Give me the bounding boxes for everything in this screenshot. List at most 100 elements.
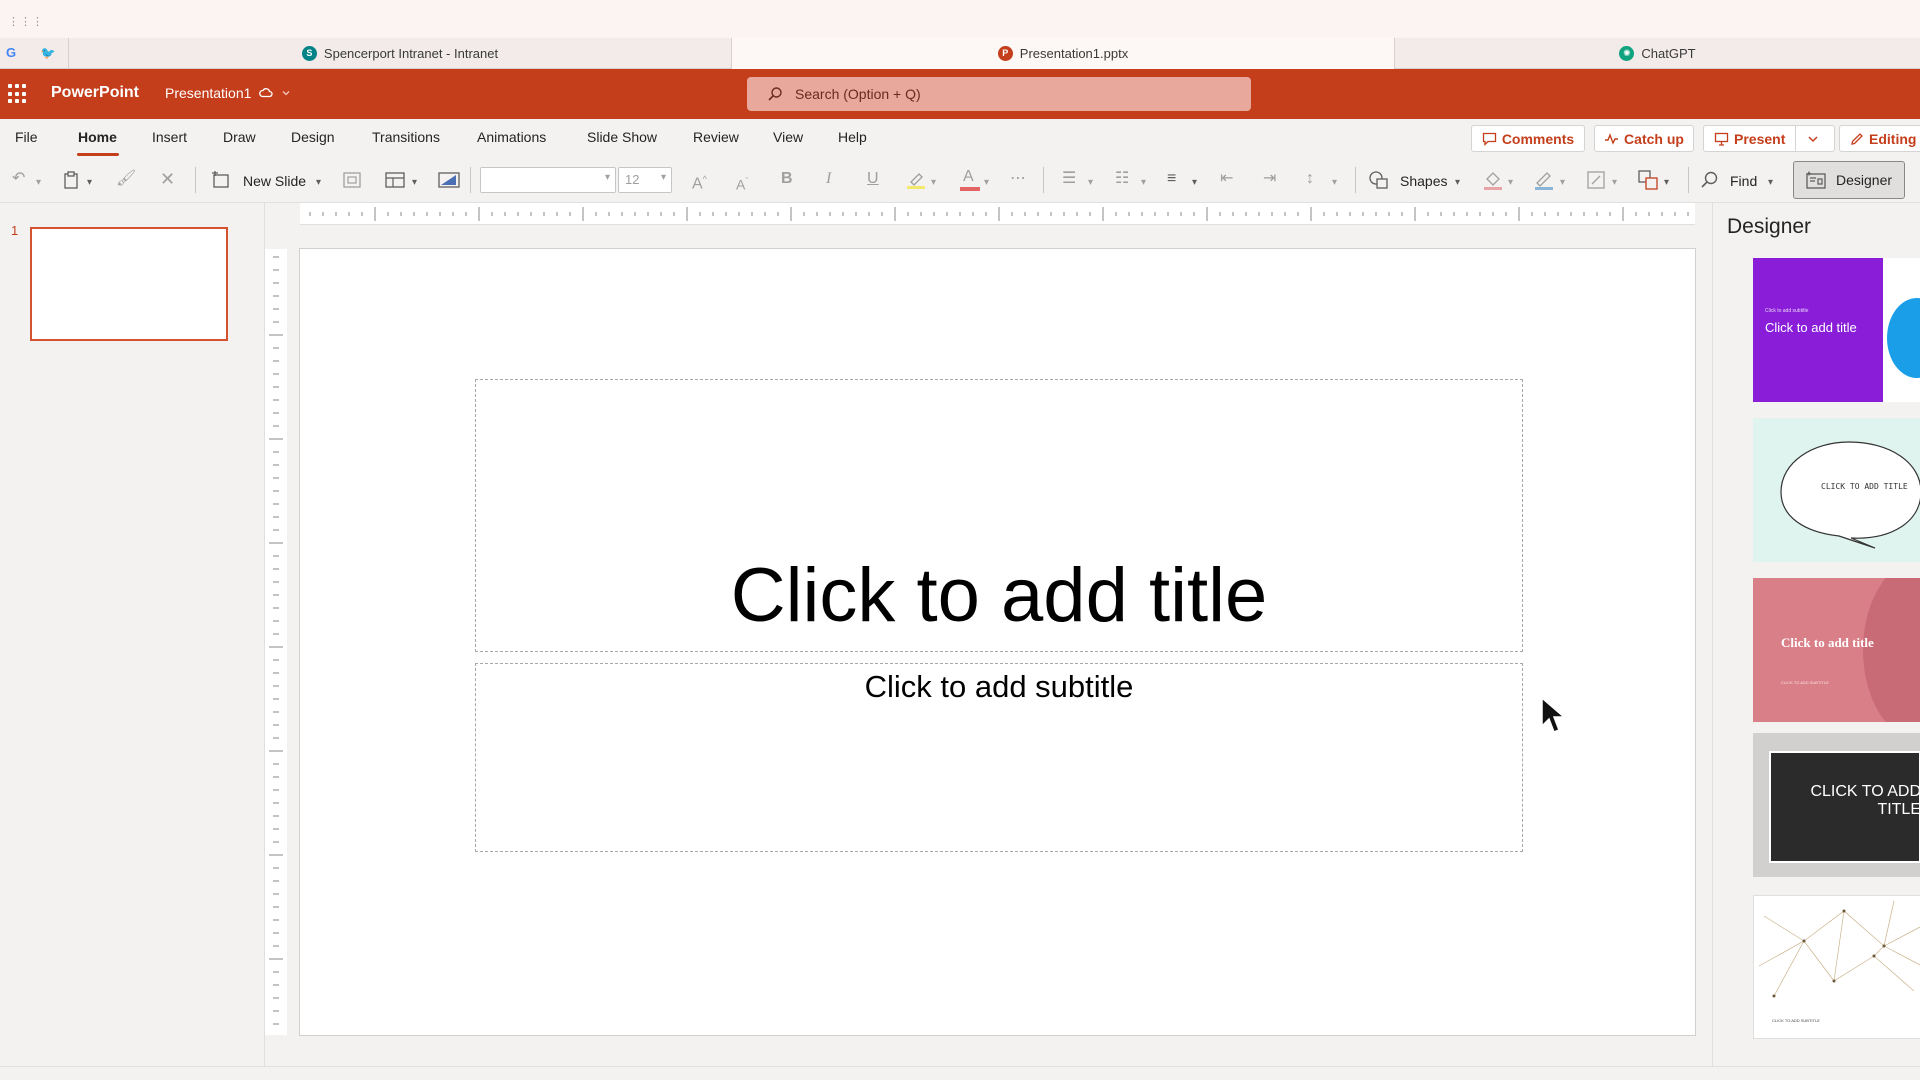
bullets-icon[interactable]: ☰ [1062, 169, 1076, 189]
highlight-dropdown-icon[interactable]: ▾ [931, 173, 936, 193]
tab-home[interactable]: Home [78, 129, 117, 145]
browser-tab-intranet[interactable]: S Spencerport Intranet - Intranet [69, 38, 732, 69]
highlight-icon[interactable] [905, 170, 927, 190]
font-family-dropdown[interactable]: ▾ [480, 167, 616, 193]
slide-canvas[interactable]: Click to add title Click to add subtitle [300, 249, 1695, 1035]
mouse-cursor-icon [1541, 696, 1566, 733]
app-name[interactable]: PowerPoint [51, 84, 139, 102]
browser-tab-presentation[interactable]: P Presentation1.pptx [732, 38, 1395, 69]
layout-dropdown-icon[interactable]: ▾ [412, 173, 417, 193]
design-idea-title: CLICK TO ADD TITLE [1821, 482, 1908, 491]
shape-fill-icon[interactable] [1482, 169, 1504, 191]
new-slide-label[interactable]: New Slide [243, 171, 306, 191]
editing-button[interactable]: Editing [1839, 125, 1920, 152]
arrange-icon[interactable] [1637, 169, 1659, 191]
shape-outline-dropdown-icon[interactable]: ▾ [1560, 173, 1565, 193]
browser-tab-chatgpt[interactable]: ✺ ChatGPT [1395, 38, 1920, 69]
delete-icon[interactable]: ✕ [160, 169, 175, 189]
powerpoint-icon: P [997, 46, 1013, 61]
new-slide-icon[interactable] [210, 171, 230, 189]
shape-effects-icon[interactable] [1585, 169, 1607, 191]
layout-icon[interactable] [385, 171, 405, 189]
new-slide-dropdown-icon[interactable]: ▾ [316, 173, 321, 193]
chatgpt-icon: ✺ [1619, 46, 1635, 61]
tab-review[interactable]: Review [693, 129, 739, 145]
slide-thumbnail[interactable] [30, 227, 228, 341]
increase-indent-icon[interactable]: ⇥ [1263, 169, 1276, 189]
app-grid-icon[interactable]: ⋮⋮⋮ [8, 15, 44, 28]
designer-button[interactable]: Designer [1793, 161, 1905, 199]
align-icon[interactable]: ≡ [1167, 169, 1176, 189]
tab-label: ChatGPT [1641, 46, 1696, 61]
tab-design[interactable]: Design [291, 129, 335, 145]
more-font-options-icon[interactable]: ⋯ [1010, 169, 1026, 189]
bold-icon[interactable]: B [781, 169, 793, 189]
comments-button[interactable]: Comments [1471, 125, 1585, 152]
design-idea-card[interactable]: CLICK TO ADD TITLE [1753, 418, 1920, 562]
shape-outline-icon[interactable] [1533, 169, 1555, 191]
designer-label: Designer [1835, 172, 1893, 188]
paste-dropdown-icon[interactable]: ▾ [87, 173, 92, 193]
line-spacing-icon[interactable]: ↕ [1306, 169, 1314, 189]
shapes-label[interactable]: Shapes [1400, 171, 1447, 191]
decrease-indent-icon[interactable]: ⇤ [1220, 169, 1233, 189]
tab-view[interactable]: View [773, 129, 803, 145]
design-idea-subtitle: CLICK TO ADD SUBTITLE [1781, 680, 1829, 685]
design-idea-subtitle: CLICK TO ADD SUBTITLE [1772, 1018, 1820, 1023]
design-idea-card[interactable]: CLICK TO ADD SUBTITLE [1753, 895, 1920, 1039]
font-color-icon[interactable]: A [960, 168, 980, 192]
present-label: Present [1734, 130, 1786, 147]
shape-effects-dropdown-icon[interactable]: ▾ [1612, 173, 1617, 193]
numbering-icon[interactable]: ☷ [1115, 169, 1129, 189]
tab-file[interactable]: File [15, 129, 38, 145]
reuse-slides-icon[interactable] [342, 171, 362, 189]
twitter-icon[interactable]: 🐦 [39, 44, 57, 62]
tab-animations[interactable]: Animations [477, 129, 546, 145]
tab-transitions[interactable]: Transitions [372, 129, 440, 145]
slide-thumbnail-panel[interactable]: 1 [0, 203, 265, 1080]
format-painter-icon[interactable]: 🖌 [116, 169, 136, 189]
tab-insert[interactable]: Insert [152, 129, 187, 145]
slide-background-icon[interactable] [438, 171, 460, 189]
design-idea-card[interactable]: Click to add title CLICK TO ADD SUBTITLE [1753, 578, 1920, 722]
align-dropdown-icon[interactable]: ▾ [1192, 173, 1197, 193]
undo-icon[interactable]: ↶ [12, 169, 25, 189]
arrange-dropdown-icon[interactable]: ▾ [1664, 173, 1669, 193]
ribbon-toolbar: ↶ ▾ ▾ 🖌 ✕ New Slide ▾ ▾ ▾ 12 ▾ A^ Aˇ B I… [0, 157, 1920, 203]
subtitle-placeholder[interactable]: Click to add subtitle [475, 663, 1523, 852]
design-idea-card[interactable]: Click to add subtitle Click to add title [1753, 258, 1920, 402]
comment-icon [1482, 132, 1496, 146]
document-name: Presentation1 [165, 85, 252, 101]
italic-icon[interactable]: I [826, 169, 831, 189]
find-dropdown-icon[interactable]: ▾ [1768, 173, 1773, 193]
bullets-dropdown-icon[interactable]: ▾ [1088, 173, 1093, 193]
design-idea-card-selected[interactable]: CLICK TO ADD TITLE [1753, 733, 1920, 877]
app-launcher-icon[interactable] [8, 84, 28, 104]
tab-slide-show[interactable]: Slide Show [587, 129, 657, 145]
document-title[interactable]: Presentation1 [165, 85, 291, 101]
shapes-dropdown-icon[interactable]: ▾ [1455, 173, 1460, 193]
tab-help[interactable]: Help [838, 129, 867, 145]
title-placeholder[interactable]: Click to add title [475, 379, 1523, 652]
decrease-font-size-icon[interactable]: Aˇ [736, 171, 748, 195]
tab-draw[interactable]: Draw [223, 129, 256, 145]
present-options-chevron-icon[interactable] [1807, 134, 1819, 144]
find-icon[interactable] [1700, 170, 1720, 190]
font-color-dropdown-icon[interactable]: ▾ [984, 173, 989, 193]
increase-font-size-icon[interactable]: A^ [692, 169, 707, 194]
font-size-dropdown[interactable]: 12 ▾ [618, 167, 672, 193]
undo-dropdown-icon[interactable]: ▾ [36, 173, 41, 193]
shapes-icon[interactable] [1368, 170, 1390, 190]
design-idea-title: Click to add title [1765, 320, 1857, 335]
line-spacing-dropdown-icon[interactable]: ▾ [1332, 173, 1337, 193]
catch-up-button[interactable]: Catch up [1594, 125, 1694, 152]
search-input[interactable] [795, 86, 1195, 102]
find-label[interactable]: Find [1730, 171, 1757, 191]
paste-icon[interactable] [63, 170, 81, 190]
search-box[interactable] [747, 77, 1251, 111]
google-icon[interactable]: G [2, 44, 20, 62]
underline-icon[interactable]: U [867, 169, 879, 189]
shape-fill-dropdown-icon[interactable]: ▾ [1508, 173, 1513, 193]
numbering-dropdown-icon[interactable]: ▾ [1141, 173, 1146, 193]
title-placeholder-text: Click to add title [730, 553, 1268, 638]
